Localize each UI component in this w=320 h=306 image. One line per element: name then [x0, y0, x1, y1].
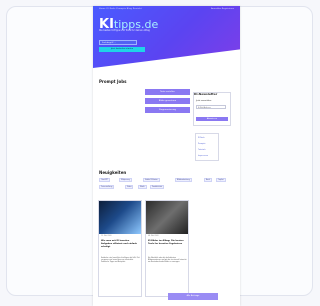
- blog-post-card[interactable]: 08. Mai 2024 KI-Bilder im Alltag: Die be…: [145, 200, 189, 297]
- newsletter-subscribe-button[interactable]: Abonnieren: [196, 117, 228, 121]
- post-thumbnail-image[interactable]: [146, 201, 188, 234]
- prompt-button-programming[interactable]: Programmierung: [145, 107, 190, 113]
- newsletter-email-field[interactable]: E-Mail-Adresse: [196, 105, 226, 109]
- prompts-section-title: Prompt Jobs: [99, 79, 127, 84]
- tag-midjourney[interactable]: Midjourney: [119, 178, 132, 182]
- tag-video[interactable]: Video: [125, 185, 134, 189]
- newsletter-title: KI-Newsletter: [194, 92, 218, 96]
- tag-copilot[interactable]: Copilot: [216, 178, 226, 182]
- tag-chatgpt[interactable]: ChatGPT: [99, 178, 110, 182]
- website-page: Home KI-Tools Prompts Blog Kontakt Anmel…: [93, 6, 240, 306]
- tag-stable-diffusion[interactable]: Stable Diffusion: [143, 178, 160, 182]
- tag-image-editing[interactable]: Bildbearbeitung: [175, 178, 192, 182]
- sidebar-links-box: KI-Tools Prompts Tutorials Impressum: [195, 133, 219, 161]
- tag-text[interactable]: Texterstellung: [99, 185, 115, 189]
- prompt-button-texts[interactable]: Texte erstellen: [145, 89, 190, 95]
- post-date: 08. Mai 2024: [148, 236, 159, 237]
- blog-section-title: Neuigkeiten: [99, 170, 127, 175]
- post-title[interactable]: KI-Bilder im Alltag: Die besten Tools fu…: [148, 240, 187, 246]
- sidebar-link-tools[interactable]: KI-Tools: [198, 137, 205, 139]
- tag-productivity[interactable]: Produktivitat: [150, 185, 165, 189]
- search-input[interactable]: Suchbegriff ...: [99, 40, 137, 45]
- sidebar-link-imprint[interactable]: Impressum: [198, 155, 208, 157]
- newsletter-box: KI-Newsletter Jetzt anmelden: E-Mail-Adr…: [193, 92, 231, 126]
- login-links[interactable]: Anmelden Registrieren: [211, 8, 234, 10]
- sidebar-link-tutorials[interactable]: Tutorials: [198, 149, 206, 151]
- post-date: 12. Mai 2024: [101, 236, 112, 237]
- sidebar-link-prompts[interactable]: Prompts: [198, 143, 205, 145]
- blog-post-card[interactable]: 12. Mai 2024 Wie man mit KI kreative Auf…: [98, 200, 142, 297]
- tag-music[interactable]: Musik: [138, 185, 147, 189]
- post-title[interactable]: Wie man mit KI kreative Aufgaben effizie…: [101, 240, 140, 248]
- tag-bard[interactable]: Bard: [204, 178, 212, 182]
- top-navigation: Home KI-Tools Prompts Blog Kontakt Anmel…: [99, 8, 234, 12]
- post-excerpt: Entdecke, wie kunstliche Intelligenz dir…: [101, 258, 140, 264]
- top-nav-links[interactable]: Home KI-Tools Prompts Blog Kontakt: [99, 8, 142, 10]
- hero-tagline: Die besten KI-Tipps und Tools fur deinen…: [99, 29, 150, 32]
- cta-button[interactable]: Jetzt kostenlos starten: [99, 47, 145, 52]
- all-posts-button[interactable]: Alle Beitrage: [168, 293, 218, 300]
- newsletter-label: Jetzt anmelden:: [196, 100, 212, 102]
- post-excerpt: Ein Uberblick uber die beliebtesten Bild…: [148, 258, 187, 264]
- post-thumbnail-image[interactable]: [99, 201, 141, 234]
- prompt-button-images[interactable]: Bilder generieren: [145, 98, 190, 104]
